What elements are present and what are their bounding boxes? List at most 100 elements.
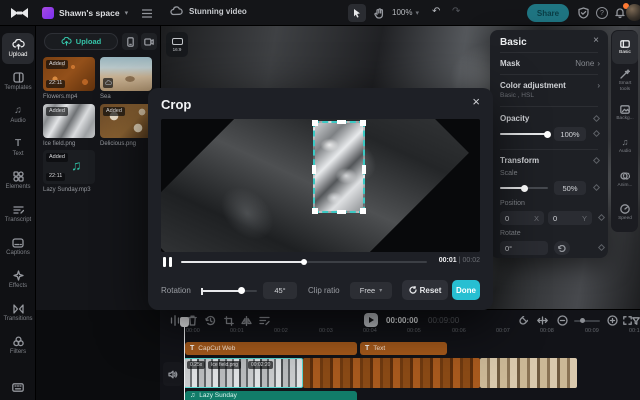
crop-time-total: 00:02 <box>462 257 480 264</box>
mirror-button[interactable] <box>240 314 253 327</box>
text-clip-text[interactable]: T Text <box>360 342 447 355</box>
caption-edit-button[interactable] <box>258 314 271 327</box>
select-tool-button[interactable] <box>348 4 366 22</box>
position-keyframe-icon[interactable] <box>598 214 605 221</box>
done-button[interactable]: Done <box>452 280 480 300</box>
zoom-level-dropdown[interactable]: 100% ▾ <box>392 8 419 17</box>
sidebar-item-templates[interactable]: Templates <box>0 65 36 98</box>
shield-check-icon[interactable] <box>578 7 589 19</box>
media-item-flowers[interactable]: Added 22:11 <box>43 57 95 91</box>
media-item-lazy-sunday[interactable]: ♫ Added 22:11 <box>43 150 95 184</box>
sidebar-item-text[interactable]: T Text <box>0 131 36 164</box>
scale-value-box[interactable]: 50% <box>554 181 586 195</box>
redo-icon[interactable]: ↷ <box>452 6 460 17</box>
rotate-value: 0° <box>505 244 512 253</box>
crop-handle-right[interactable] <box>362 165 366 174</box>
sidebar-item-upload[interactable]: Upload <box>0 32 36 65</box>
rotate-keyframe-icon[interactable] <box>598 244 605 251</box>
crop-handle-bottom-right[interactable] <box>360 208 366 214</box>
undo-icon[interactable]: ↶ <box>432 6 440 17</box>
zoom-in-button[interactable] <box>606 314 619 327</box>
text-clip-label: Text <box>373 345 385 352</box>
share-button[interactable]: Share <box>527 4 569 22</box>
timeline-play-button[interactable] <box>364 313 378 327</box>
snap-toggle-button[interactable] <box>516 314 529 327</box>
rotation-value-box[interactable]: 45° <box>263 282 297 299</box>
crop-handle-top[interactable] <box>337 120 346 124</box>
help-button[interactable]: ? <box>596 7 608 19</box>
zoom-out-button[interactable] <box>556 314 569 327</box>
scale-slider[interactable] <box>500 185 548 192</box>
tab-smart-tools[interactable]: Smart tools <box>612 64 638 97</box>
reset-button[interactable]: Reset <box>402 280 448 300</box>
scale-keyframe-icon[interactable] <box>593 184 600 191</box>
crop-preview-stage[interactable] <box>161 119 480 252</box>
crop-handle-bottom-left[interactable] <box>312 208 318 214</box>
close-icon[interactable]: × <box>472 94 480 109</box>
transform-keyframe-icon[interactable] <box>593 157 600 164</box>
crop-selection-box[interactable] <box>313 121 365 213</box>
topbar: Shawn's space ▾ Stunning video 100% ▾ ↶ … <box>0 0 640 26</box>
media-item-delicious[interactable]: Added <box>100 104 152 138</box>
camera-icon <box>144 38 154 46</box>
color-adjustment-row[interactable]: Color adjustment › <box>500 81 600 90</box>
rotate-input[interactable]: 0° <box>500 241 548 255</box>
user-avatar[interactable] <box>626 4 640 21</box>
record-button[interactable] <box>141 33 157 50</box>
panel-list-icon[interactable] <box>142 9 152 18</box>
crop-button[interactable] <box>222 314 235 327</box>
sidebar-item-transcript[interactable]: Transcript <box>0 197 36 230</box>
reverse-button[interactable] <box>204 314 217 327</box>
position-y-input[interactable]: 0 Y <box>548 211 592 225</box>
crop-handle-bottom[interactable] <box>337 210 346 214</box>
media-upload-button[interactable]: Upload <box>44 33 118 50</box>
crop-handle-top-left[interactable] <box>312 120 318 126</box>
video-clip-ice-field[interactable]: 0.25x Ice field.png 00:02:20 <box>184 358 303 388</box>
tab-basic[interactable]: Basic <box>612 31 638 64</box>
shortcuts-icon[interactable] <box>12 383 24 392</box>
opacity-value-box[interactable]: 100% <box>554 127 586 141</box>
canvas-ratio-button[interactable]: 16:9 <box>166 32 188 57</box>
rotate-90-button[interactable] <box>554 241 570 255</box>
opacity-value-keyframe-icon[interactable] <box>593 130 600 137</box>
tab-background[interactable]: Backg... <box>612 97 638 130</box>
sidebar-item-effects[interactable]: Effects <box>0 263 36 296</box>
video-clip-delicious[interactable] <box>480 358 577 388</box>
tab-audio[interactable]: ♫ Audio <box>612 130 638 163</box>
timeline-zoom-slider[interactable] <box>574 319 600 323</box>
rotation-slider[interactable] <box>201 287 257 295</box>
crop-handle-top-right[interactable] <box>360 120 366 126</box>
transform-label: Transform <box>500 156 539 165</box>
hand-tool-button[interactable] <box>370 4 388 22</box>
text-clip-capcut-web[interactable]: T CapCut Web <box>185 342 357 355</box>
crop-playback-slider[interactable] <box>181 258 427 266</box>
scale-value: 50% <box>562 184 577 193</box>
sidebar-item-captions[interactable]: Captions <box>0 230 36 263</box>
playhead[interactable] <box>180 317 190 400</box>
phone-transfer-button[interactable] <box>122 33 138 50</box>
sidebar-item-filters[interactable]: Filters <box>0 329 36 362</box>
link-clips-button[interactable] <box>536 314 549 327</box>
media-item-sea[interactable] <box>100 57 152 91</box>
workspace-switcher[interactable]: Shawn's space ▾ <box>42 7 128 19</box>
opacity-slider[interactable] <box>500 131 548 138</box>
media-item-name: Ice field.png <box>43 141 75 147</box>
clip-ratio-dropdown[interactable]: Free ▾ <box>350 282 392 299</box>
capcut-logo[interactable] <box>10 7 29 19</box>
crop-pause-button[interactable] <box>163 257 173 267</box>
media-item-ice-field[interactable]: Added <box>43 104 95 138</box>
opacity-keyframe-icon[interactable] <box>593 115 600 122</box>
sidebar-item-transitions[interactable]: Transitions <box>0 296 36 329</box>
mask-row[interactable]: Mask None › <box>500 59 600 68</box>
tab-animation[interactable]: Anim... <box>612 163 638 196</box>
upload-cloud-icon <box>61 37 72 46</box>
position-x-input[interactable]: 0 X <box>500 211 544 225</box>
tab-speed[interactable]: Speed <box>612 196 638 229</box>
sidebar-item-elements[interactable]: Elements <box>0 164 36 197</box>
close-icon[interactable]: × <box>593 35 599 46</box>
crop-handle-left[interactable] <box>312 165 316 174</box>
video-clip-flowers[interactable] <box>303 358 480 388</box>
timeline-options-button[interactable] <box>632 314 640 327</box>
audio-clip-lazy-sunday[interactable]: ♫ Lazy Sunday <box>185 391 357 400</box>
sidebar-item-audio[interactable]: ♫ Audio <box>0 98 36 131</box>
